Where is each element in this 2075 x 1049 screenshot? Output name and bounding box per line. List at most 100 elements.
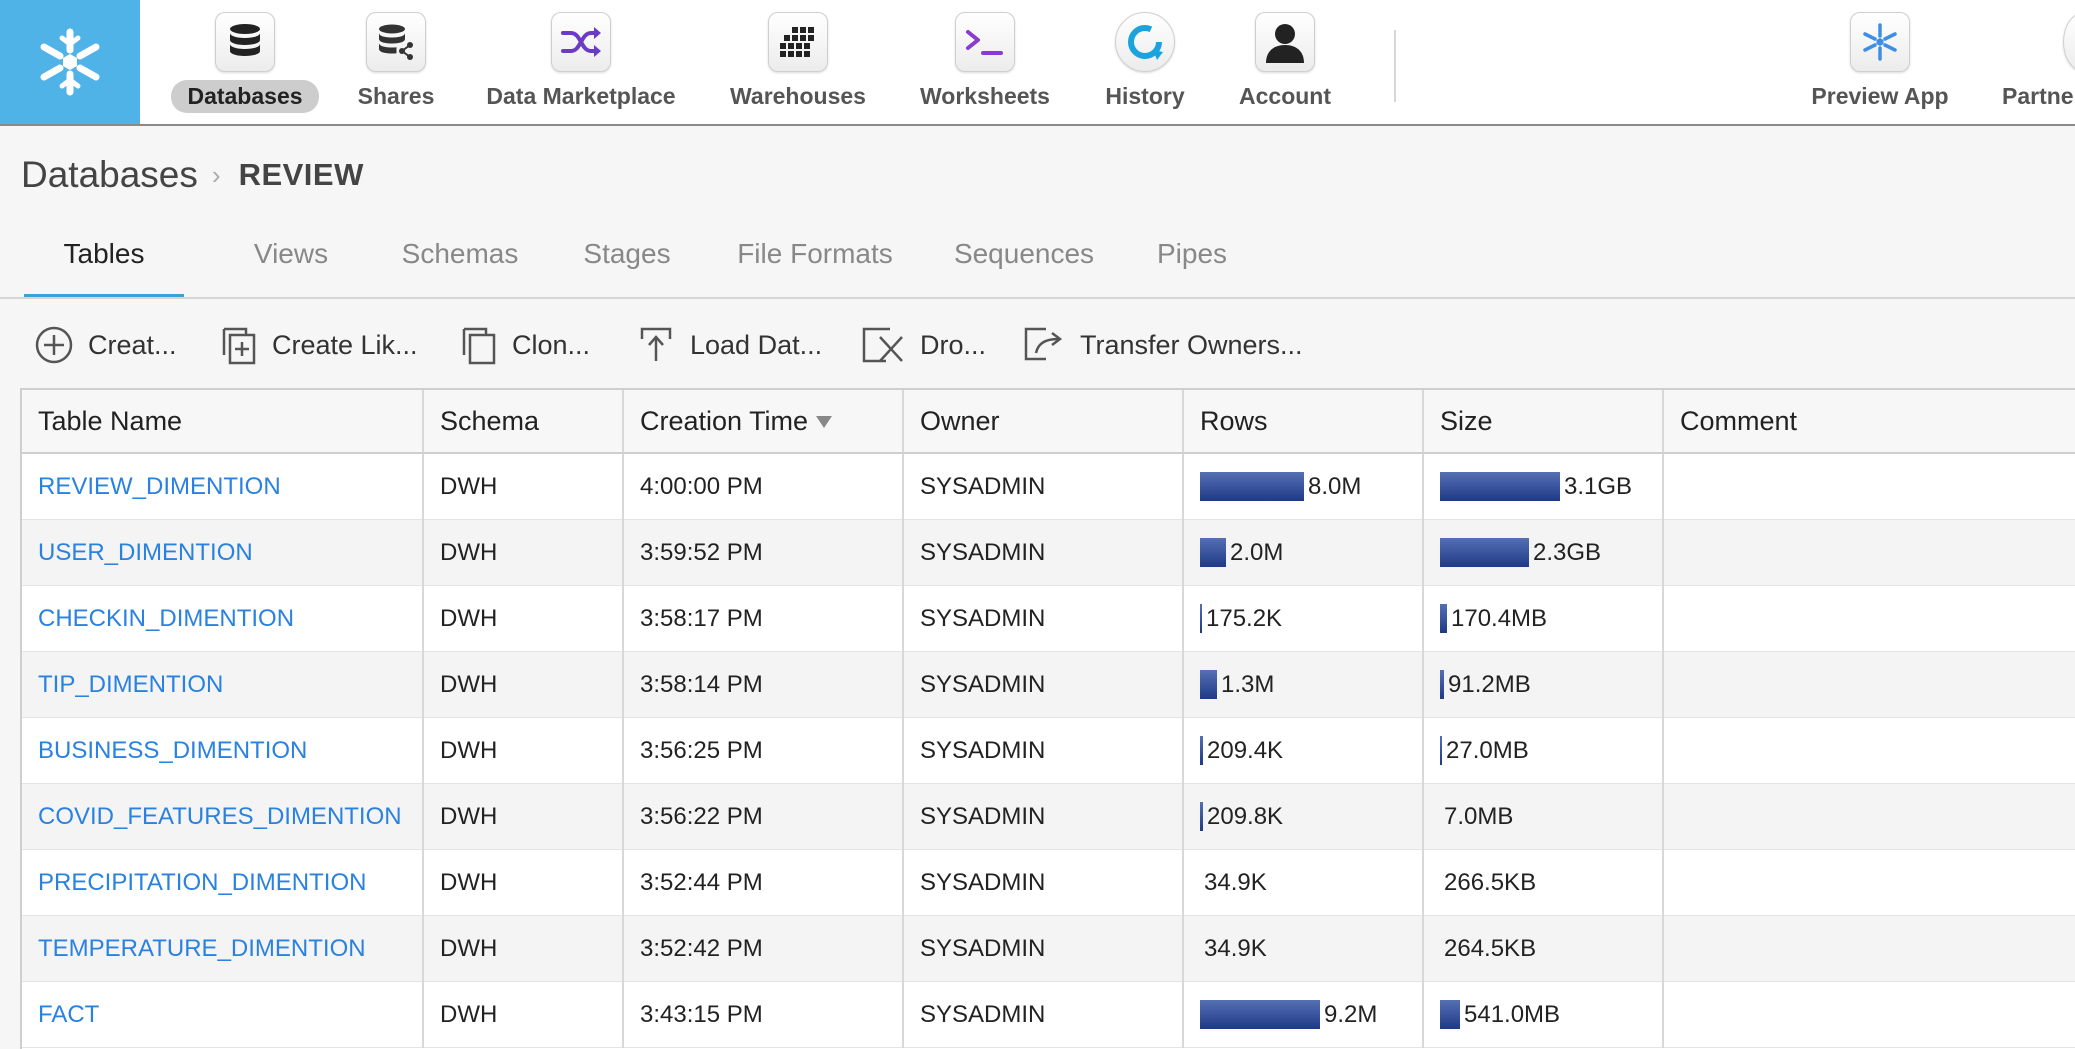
column-header-creation-time[interactable]: Creation Time (623, 390, 904, 454)
column-header-schema[interactable]: Schema (423, 390, 624, 454)
nav-warehouses[interactable]: Warehouses (718, 0, 878, 124)
table-name-link[interactable]: PRECIPITATION_DIMENTION (22, 849, 424, 916)
table-row[interactable]: REVIEW_DIMENTION DWH 4:00:00 PM SYSADMIN 8.0… (22, 453, 2075, 520)
nav-divider (1394, 30, 1396, 102)
table-row[interactable]: COVID_FEATURES_DIMENTION DWH 3:56:22 PM SYS… (22, 783, 2075, 850)
column-header-comment[interactable]: Comment (1663, 390, 2075, 454)
breadcrumb-databases[interactable]: Databases (21, 154, 198, 196)
table-body: REVIEW_DIMENTION DWH 4:00:00 PM SYSADMIN 8.0… (22, 453, 2075, 1048)
tab-views[interactable]: Views (224, 238, 358, 294)
table-row[interactable]: TIP_DIMENTION DWH 3:58:14 PM SYSADMIN 1.3M 91… (22, 651, 2075, 718)
table-row[interactable]: CHECKIN_DIMENTION DWH 3:58:17 PM SYSADMIN 17… (22, 585, 2075, 652)
creation-time-cell: 4:00:00 PM (623, 453, 904, 520)
size-value: 7.0MB (1444, 802, 1514, 830)
breadcrumb-current: REVIEW (238, 157, 364, 192)
nav-partner[interactable]: Partner (1984, 0, 2075, 124)
tab-file-formats[interactable]: File Formats (706, 238, 924, 294)
table-name-link[interactable]: TEMPERATURE_DIMENTION (22, 915, 424, 982)
drop-x-icon (862, 327, 903, 363)
table-name-link[interactable]: TIP_DIMENTION (22, 651, 424, 718)
tab-pipes[interactable]: Pipes (1124, 238, 1260, 294)
rows-bar (1200, 604, 1202, 633)
create-button[interactable]: Creat... (34, 320, 177, 370)
plus-circle-icon (35, 326, 73, 364)
transfer-icon (1024, 327, 1063, 361)
load-data-button[interactable]: Load Dat... (638, 320, 822, 370)
column-header-size[interactable]: Size (1423, 390, 1664, 454)
table-row[interactable]: PRECIPITATION_DIMENTION DWH 3:52:44 PM SYSA… (22, 849, 2075, 916)
nav-shares[interactable]: Shares (346, 0, 446, 124)
shuffle-icon (551, 12, 611, 72)
tab-tables[interactable]: Tables (24, 238, 184, 299)
snowflake-logo[interactable] (0, 0, 140, 124)
tab-sequences[interactable]: Sequences (924, 238, 1124, 294)
size-cell: 541.0MB (1423, 981, 1664, 1048)
table-row[interactable]: TEMPERATURE_DIMENTION DWH 3:52:42 PM SYSADM… (22, 915, 2075, 982)
drop-button[interactable]: Dro... (860, 320, 986, 370)
schema-cell: DWH (423, 849, 624, 916)
rows-indicator: 1.3M (1200, 670, 1421, 699)
owner-cell: SYSADMIN (903, 915, 1184, 982)
table-name-link[interactable]: CHECKIN_DIMENTION (22, 585, 424, 652)
comment-cell (1663, 915, 2075, 982)
table-name-link[interactable]: COVID_FEATURES_DIMENTION (22, 783, 424, 850)
rows-cell: 8.0M (1183, 453, 1424, 520)
table-header-row: Table Name Schema Creation Time Owner Ro… (22, 390, 2075, 454)
drop-button-label: Dro... (920, 329, 987, 360)
column-header-owner[interactable]: Owner (903, 390, 1184, 454)
rows-indicator: 2.0M (1200, 538, 1421, 567)
comment-cell (1663, 849, 2075, 916)
rows-value: 2.0M (1230, 538, 1284, 566)
nav-databases[interactable]: Databases (170, 0, 320, 124)
size-indicator: 2.3GB (1440, 538, 1661, 567)
toolbar: Creat... Create Lik... Clon... Load Dat.… (34, 320, 2075, 370)
copy-plus-icon (222, 327, 256, 365)
size-cell: 2.3GB (1423, 519, 1664, 586)
rows-cell: 9.2M (1183, 981, 1424, 1048)
nav-preview-app[interactable]: Preview App (1805, 0, 1955, 124)
partner-icon (2063, 12, 2075, 72)
tab-schemas[interactable]: Schemas (374, 238, 546, 294)
rows-indicator: 209.4K (1200, 736, 1421, 765)
owner-cell: SYSADMIN (903, 849, 1184, 916)
table-name-link[interactable]: FACT (22, 981, 424, 1048)
tab-stages[interactable]: Stages (554, 238, 700, 294)
comment-cell (1663, 783, 2075, 850)
transfer-ownership-button[interactable]: Transfer Owners... (1022, 320, 1303, 370)
nav-preview-app-label: Preview App (1811, 83, 1949, 109)
table-row[interactable]: BUSINESS_DIMENTION DWH 3:56:25 PM SYSADMIN 2… (22, 717, 2075, 784)
clone-button[interactable]: Clon... (460, 320, 590, 370)
owner-cell: SYSADMIN (903, 651, 1184, 718)
nav-account-label: Account (1239, 83, 1331, 109)
table-row[interactable]: FACT DWH 3:43:15 PM SYSADMIN 9.2M 541.0MB (22, 981, 2075, 1048)
owner-cell: SYSADMIN (903, 717, 1184, 784)
table-name-link[interactable]: USER_DIMENTION (22, 519, 424, 586)
schema-cell: DWH (423, 585, 624, 652)
nav-history[interactable]: History (1095, 0, 1195, 124)
rows-bar (1200, 538, 1226, 567)
size-value: 264.5KB (1444, 934, 1537, 962)
user-icon (1255, 12, 1315, 72)
nav-worksheets[interactable]: Worksheets (905, 0, 1065, 124)
owner-cell: SYSADMIN (903, 453, 1184, 520)
snowflake-logo-icon (40, 28, 100, 96)
transfer-ownership-button-label: Transfer Owners... (1080, 329, 1303, 360)
size-indicator: 264.5KB (1440, 934, 1661, 963)
table-row[interactable]: USER_DIMENTION DWH 3:59:52 PM SYSADMIN 2.0M 2… (22, 519, 2075, 586)
breadcrumb: Databases › REVIEW (21, 154, 364, 196)
rows-value: 9.2M (1324, 1000, 1378, 1028)
creation-time-cell: 3:56:22 PM (623, 783, 904, 850)
column-header-rows[interactable]: Rows (1183, 390, 1424, 454)
nav-account[interactable]: Account (1225, 0, 1345, 124)
size-bar (1440, 538, 1529, 567)
table-name-link[interactable]: BUSINESS_DIMENTION (22, 717, 424, 784)
sort-descending-icon (816, 416, 833, 429)
size-bar (1440, 736, 1442, 765)
creation-time-cell: 3:59:52 PM (623, 519, 904, 586)
table-name-link[interactable]: REVIEW_DIMENTION (22, 453, 424, 520)
rows-value: 209.8K (1207, 802, 1284, 830)
nav-data-marketplace[interactable]: Data Marketplace (470, 0, 692, 124)
size-value: 27.0MB (1446, 736, 1529, 764)
create-like-button[interactable]: Create Lik... (220, 320, 418, 370)
column-header-table-name[interactable]: Table Name (22, 390, 424, 454)
